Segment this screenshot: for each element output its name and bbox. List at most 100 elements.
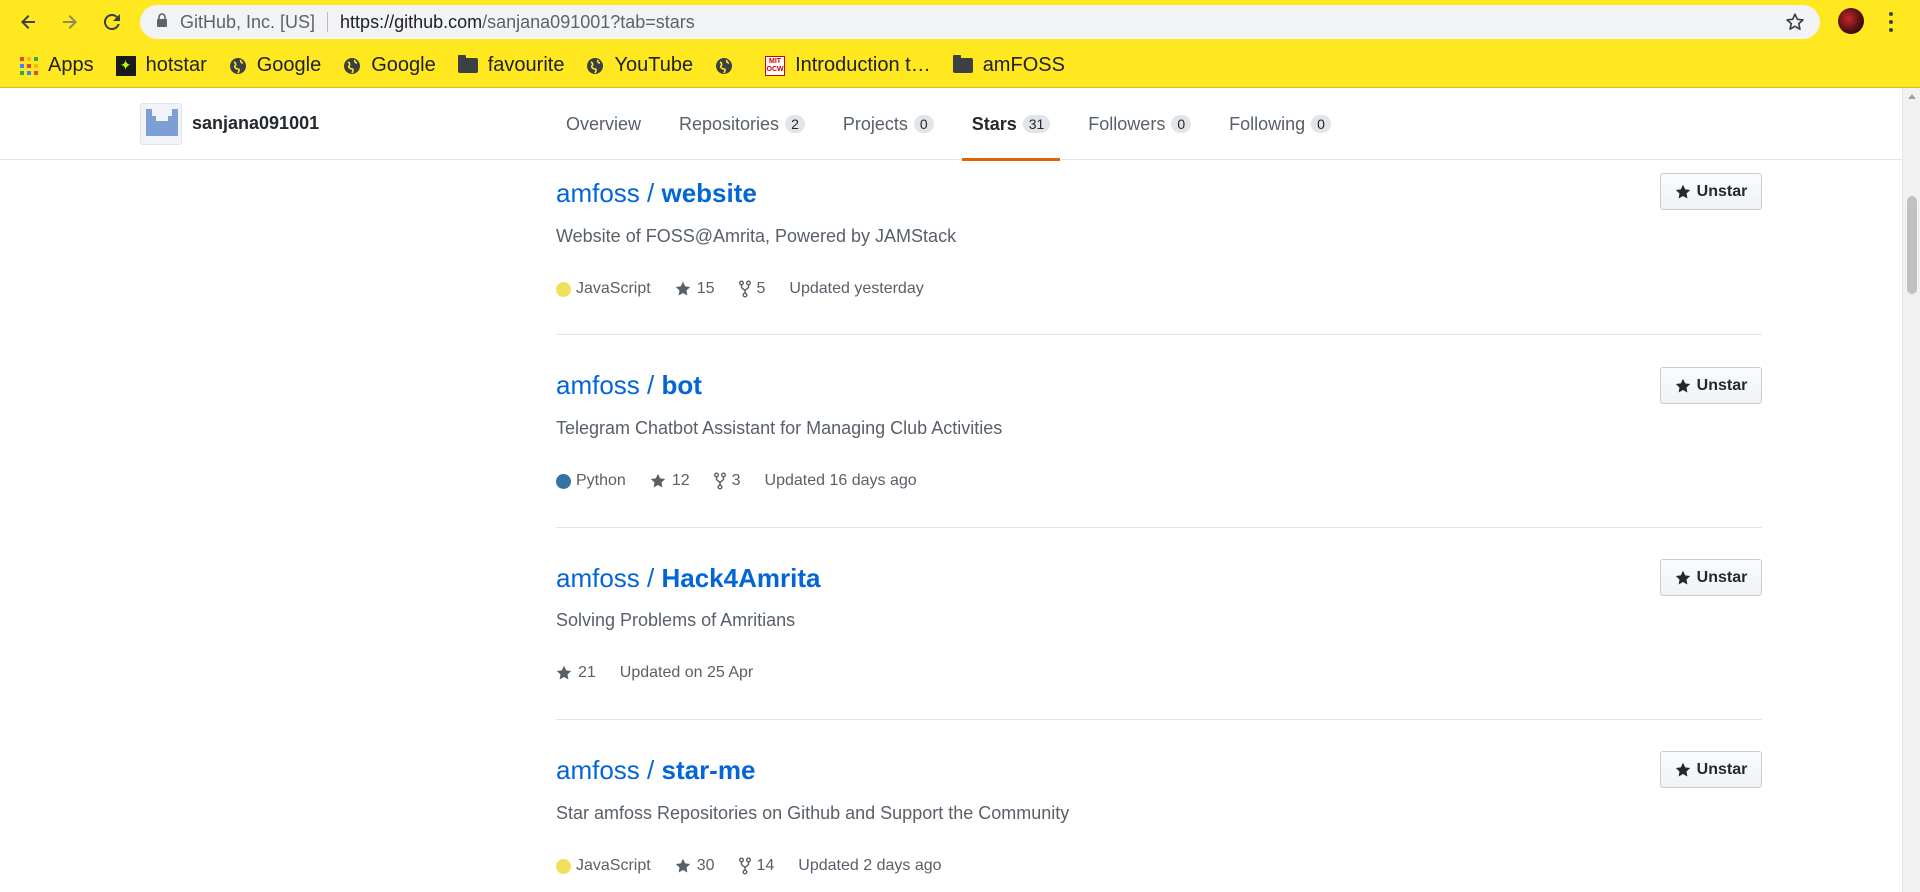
folder-icon (457, 55, 478, 73)
tab-label: Stars (971, 113, 1017, 134)
scrollbar-thumb[interactable] (1907, 196, 1917, 294)
repo-meta: JavaScript 15 5 Updated yesterday (556, 280, 948, 298)
bookmark-amfoss-folder[interactable]: amFOSS (952, 54, 1065, 77)
tab-stars[interactable]: Stars 31 (961, 88, 1061, 161)
unstar-button[interactable]: Unstar (1660, 751, 1762, 788)
star-icon (556, 665, 572, 680)
globe-icon (715, 57, 733, 75)
repo-language: Python (556, 472, 626, 490)
back-arrow-icon[interactable] (14, 8, 42, 36)
star-icon (675, 281, 690, 296)
bookmark-label: hotstar (145, 54, 207, 76)
star-icon (650, 473, 666, 488)
tab-following[interactable]: Following 0 (1219, 88, 1341, 160)
forks-link[interactable]: 14 (738, 857, 774, 875)
tab-label: Projects (842, 113, 908, 134)
stargazers-link[interactable]: 12 (650, 472, 690, 490)
stargazers-link[interactable]: 15 (675, 280, 715, 298)
star-icon (1675, 378, 1690, 392)
unstar-label: Unstar (1696, 182, 1748, 200)
repo-title-link[interactable]: amfoss / bot (556, 370, 702, 401)
bookmark-google-2[interactable]: Google (343, 54, 436, 77)
profile-username[interactable]: sanjana091001 (192, 113, 319, 134)
repo-language: JavaScript (556, 280, 651, 298)
tab-count: 31 (1022, 115, 1051, 133)
tab-label: Overview (566, 113, 642, 134)
tab-overview[interactable]: Overview (556, 88, 651, 160)
globe-icon (343, 57, 361, 75)
browser-profile-avatar[interactable] (1838, 8, 1864, 34)
hotstar-icon: ✦ (115, 55, 136, 76)
repo-owner: amfoss / (556, 370, 655, 400)
language-label: JavaScript (576, 857, 651, 874)
browser-toolbar: GitHub, Inc. [US] https://github.com/san… (0, 0, 1920, 44)
forks-link[interactable]: 5 (738, 280, 765, 298)
bookmark-star-icon[interactable] (1784, 11, 1806, 38)
page-scrollbar[interactable] (1902, 88, 1920, 892)
repo-owner: amfoss / (556, 178, 655, 208)
fork-icon (713, 472, 726, 490)
unstar-button[interactable]: Unstar (1660, 173, 1762, 210)
repo-title-link[interactable]: amfoss / website (556, 178, 757, 209)
avatar[interactable] (140, 103, 182, 145)
repo-description: Solving Problems of Amritians (556, 610, 796, 630)
repo-title-link[interactable]: amfoss / Hack4Amrita (556, 563, 820, 594)
bookmark-favourite-folder[interactable]: favourite (457, 54, 565, 77)
tab-followers[interactable]: Followers 0 (1078, 88, 1201, 160)
bookmark-hotstar[interactable]: ✦ hotstar (115, 54, 207, 77)
forks-link[interactable]: 3 (713, 472, 741, 490)
bookmark-label: Google (371, 54, 436, 76)
address-bar[interactable]: GitHub, Inc. [US] https://github.com/san… (140, 5, 1820, 39)
omnibox-divider (327, 12, 329, 32)
updated-time: Updated yesterday (789, 280, 924, 297)
repo-description: Star amfoss Repositories on Github and S… (556, 803, 1070, 823)
reload-icon[interactable] (98, 8, 126, 36)
star-icon (1675, 570, 1690, 584)
unstar-button[interactable]: Unstar (1660, 559, 1762, 596)
repo-description: Telegram Chatbot Assistant for Managing … (556, 418, 1003, 438)
lock-icon (156, 12, 168, 33)
repo-title-link[interactable]: amfoss / star-me (556, 755, 755, 786)
language-color-dot (556, 473, 571, 489)
fork-count: 3 (731, 472, 741, 489)
bookmark-google-1[interactable]: Google (229, 54, 321, 77)
unstar-label: Unstar (1696, 568, 1748, 586)
bookmark-mit-ocw[interactable]: MIT OCW Introduction t… (765, 54, 931, 77)
tab-label: Repositories (679, 113, 780, 134)
repo-language: JavaScript (556, 857, 651, 875)
repo-owner: amfoss / (556, 755, 655, 785)
globe-icon (229, 57, 247, 75)
fork-icon (738, 857, 751, 875)
starred-repo-item: amfoss / Hack4Amrita Unstar Solving Prob… (556, 528, 1762, 720)
apps-grid-icon (20, 56, 38, 75)
unstar-button[interactable]: Unstar (1660, 367, 1762, 404)
repo-name: website (661, 178, 757, 208)
starred-repo-item: amfoss / star-me Unstar Star amfoss Repo… (556, 720, 1762, 892)
tab-count: 0 (1311, 115, 1331, 133)
starred-repo-item: amfoss / website Unstar Website of FOSS@… (556, 160, 1762, 335)
tab-repositories[interactable]: Repositories 2 (669, 88, 815, 160)
bookmark-youtube[interactable]: YouTube (586, 54, 693, 77)
browser-menu-icon[interactable] (1886, 9, 1896, 35)
stargazers-link[interactable]: 30 (675, 857, 715, 875)
language-label: JavaScript (576, 280, 651, 297)
language-color-dot (556, 281, 571, 297)
bookmarks-bar: Apps ✦ hotstar Google Google favourite Y… (0, 44, 1920, 88)
bookmark-untitled[interactable] (715, 57, 743, 75)
bookmark-label: YouTube (614, 54, 694, 76)
fork-icon (738, 280, 751, 298)
stargazers-link[interactable]: 21 (556, 664, 596, 682)
bookmark-apps[interactable]: Apps (20, 54, 94, 77)
forward-arrow-icon[interactable] (56, 8, 84, 36)
unstar-label: Unstar (1696, 760, 1748, 778)
bookmark-label: Introduction t… (795, 54, 931, 76)
scroll-up-arrow-icon[interactable] (1908, 94, 1916, 99)
bookmark-label: Apps (48, 54, 94, 76)
tab-projects[interactable]: Projects 0 (833, 88, 944, 160)
tab-count: 0 (1171, 115, 1192, 133)
bookmark-label: favourite (487, 54, 565, 76)
updated-time: Updated on 25 Apr (619, 664, 754, 681)
repo-meta: 21 Updated on 25 Apr (556, 664, 777, 682)
star-count: 15 (696, 280, 715, 297)
updated-time: Updated 2 days ago (798, 857, 942, 874)
